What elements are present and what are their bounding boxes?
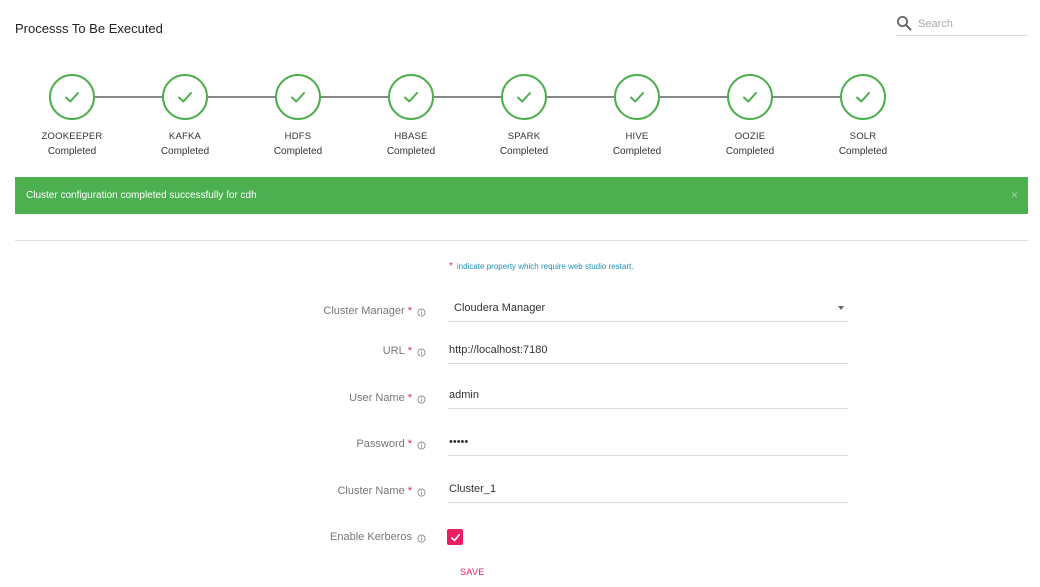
success-alert: Cluster configuration completed successf… [15,177,1028,214]
password-label: Password * [356,438,412,450]
checkmark-icon [450,533,460,541]
chevron-down-icon [838,306,844,310]
url-row: URL * http://localhost:7180 [0,338,1040,368]
alert-message: Cluster configuration completed successf… [26,190,257,201]
step-circle [614,74,660,120]
kerberos-row: Enable Kerberos [0,524,1040,554]
divider [15,240,1028,241]
check-icon [65,92,79,103]
step-name: HIVE [625,131,649,142]
cluster-name-row: Cluster Name * Cluster_1 [0,478,1040,508]
search-box[interactable] [896,14,1028,36]
check-icon [856,92,870,103]
restart-note: * indicate property which require web stu… [449,261,633,272]
step-circle [162,74,208,120]
step-name: SOLR [849,131,877,142]
kerberos-checkbox[interactable] [447,529,463,545]
step-zookeeper: ZOOKEEPER Completed [27,74,117,157]
info-icon[interactable] [417,488,426,497]
step-status: Completed [838,146,888,157]
step-name: OOZIE [734,131,766,142]
step-circle [49,74,95,120]
step-name: HDFS [284,131,312,142]
check-icon [517,92,531,103]
info-icon[interactable] [417,395,426,404]
cluster-name-field[interactable]: Cluster_1 [448,477,848,503]
check-icon [743,92,757,103]
username-row: User Name * admin [0,385,1040,415]
check-icon [404,92,418,103]
page-title: Processs To Be Executed [15,21,163,36]
step-hive: HIVE Completed [592,74,682,157]
step-circle [840,74,886,120]
step-status: Completed [273,146,323,157]
password-field[interactable]: ••••• [448,430,848,456]
step-status: Completed [47,146,97,157]
username-field[interactable]: admin [448,383,848,409]
step-status: Completed [386,146,436,157]
save-button[interactable]: SAVE [460,567,485,577]
cluster-manager-select[interactable]: Cloudera Manager [448,296,848,322]
step-circle [727,74,773,120]
required-star: * [449,261,453,272]
step-circle [275,74,321,120]
step-spark: SPARK Completed [479,74,569,157]
step-status: Completed [499,146,549,157]
step-name: SPARK [507,131,541,142]
step-hbase: HBASE Completed [366,74,456,157]
check-icon [178,92,192,103]
step-oozie: OOZIE Completed [705,74,795,157]
info-icon[interactable] [417,348,426,357]
step-name: KAFKA [168,131,202,142]
username-label: User Name * [349,392,412,404]
kerberos-label: Enable Kerberos [330,531,412,543]
alert-close-button[interactable]: × [1011,177,1018,214]
step-status: Completed [612,146,662,157]
check-icon [291,92,305,103]
step-circle [501,74,547,120]
url-label: URL * [382,345,412,357]
info-icon[interactable] [417,308,426,317]
step-kafka: KAFKA Completed [140,74,230,157]
url-field[interactable]: http://localhost:7180 [448,338,848,364]
step-hdfs: HDFS Completed [253,74,343,157]
step-name: HBASE [394,131,428,142]
step-status: Completed [725,146,775,157]
info-icon[interactable] [417,534,426,543]
process-stepper: ZOOKEEPER Completed KAFKA Completed HDFS Comp… [0,74,1040,169]
step-circle [388,74,434,120]
search-icon[interactable] [896,15,912,31]
step-status: Completed [160,146,210,157]
cluster-name-label: Cluster Name * [337,485,412,497]
check-icon [630,92,644,103]
step-solr: SOLR Completed [818,74,908,157]
search-input[interactable] [918,15,1026,33]
restart-note-text: indicate property which require web stud… [456,262,634,271]
info-icon[interactable] [417,441,426,450]
cluster-manager-row: Cluster Manager * Cloudera Manager [0,298,1040,328]
cluster-manager-label: Cluster Manager * [323,305,412,317]
password-row: Password * ••••• [0,431,1040,461]
step-name: ZOOKEEPER [41,131,103,142]
cluster-manager-value: Cloudera Manager [454,302,546,314]
